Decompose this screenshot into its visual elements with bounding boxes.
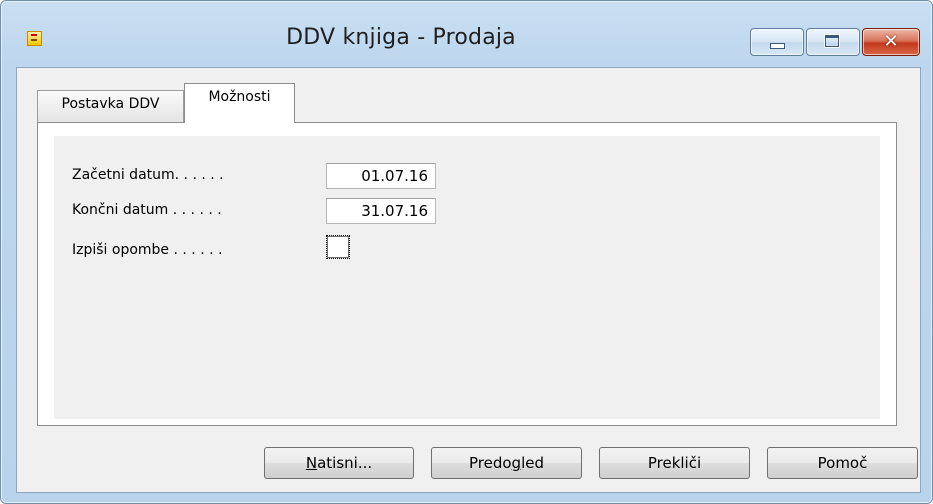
dialog-client-area: Postavka DDV Možnosti Začetni datum. . .… bbox=[16, 67, 921, 493]
print-button-mnemonic: N bbox=[305, 454, 318, 472]
close-button[interactable]: ✕ bbox=[862, 28, 920, 56]
print-button[interactable]: Natisni... bbox=[264, 447, 414, 479]
tab-label: Postavka DDV bbox=[61, 96, 160, 112]
start-date-label: Začetni datum. . . . . . bbox=[72, 167, 224, 183]
tab-panel-moznosti: Začetni datum. . . . . . 01.07.16 Končni… bbox=[37, 122, 897, 426]
tab-postavka-ddv[interactable]: Postavka DDV bbox=[37, 90, 184, 122]
preview-button-suffix: led bbox=[521, 454, 544, 472]
preview-button[interactable]: Predogled bbox=[431, 447, 582, 479]
cancel-button[interactable]: Prekliči bbox=[599, 447, 750, 479]
maximize-icon bbox=[825, 35, 839, 47]
minimize-button[interactable] bbox=[750, 28, 804, 56]
tab-moznosti[interactable]: Možnosti bbox=[184, 83, 295, 123]
options-group: Začetni datum. . . . . . 01.07.16 Končni… bbox=[54, 136, 880, 419]
maximize-button[interactable] bbox=[806, 28, 860, 56]
end-date-label: Končni datum . . . . . . bbox=[72, 202, 222, 218]
preview-button-prefix: Predo bbox=[469, 454, 512, 472]
help-button[interactable]: Pomoč bbox=[767, 447, 918, 479]
window-title: DDV knjiga - Prodaja bbox=[286, 25, 516, 50]
print-notes-label: Izpiši opombe . . . . . . bbox=[72, 242, 223, 258]
print-button-suffix: atisni... bbox=[317, 454, 373, 472]
close-icon: ✕ bbox=[883, 31, 899, 52]
end-date-input[interactable]: 31.07.16 bbox=[326, 198, 436, 224]
caption-buttons: ✕ bbox=[750, 28, 920, 56]
print-notes-checkbox[interactable] bbox=[326, 235, 350, 259]
title-bar[interactable]: DDV knjiga - Prodaja ✕ bbox=[1, 1, 932, 56]
start-date-input[interactable]: 01.07.16 bbox=[326, 163, 436, 189]
preview-button-mnemonic: g bbox=[511, 454, 522, 472]
minimize-icon bbox=[770, 43, 785, 49]
tab-label: Možnosti bbox=[208, 89, 271, 105]
dialog-window: DDV knjiga - Prodaja ✕ Postavka DDV Možn… bbox=[0, 0, 933, 504]
